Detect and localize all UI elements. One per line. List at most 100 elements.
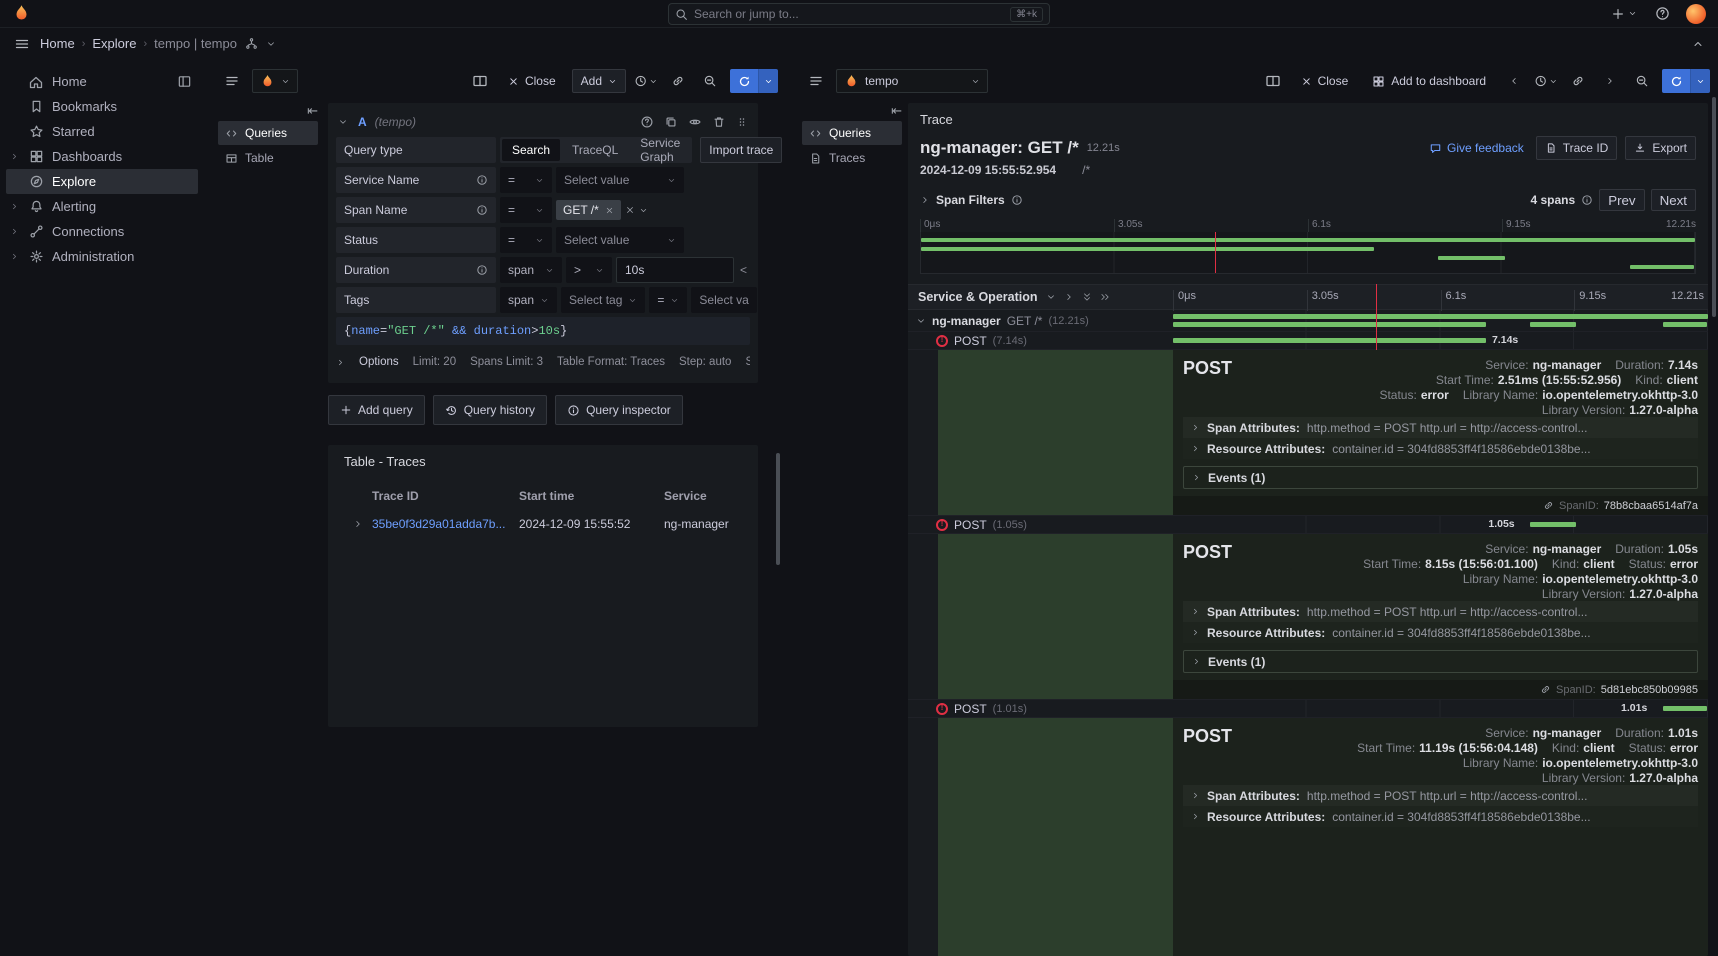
query-options-row[interactable]: Options Limit: 20 Spans Limit: 3 Table F…: [336, 349, 750, 375]
breadcrumb-explore[interactable]: Explore: [92, 36, 136, 51]
span-name-value-chip[interactable]: GET /*: [556, 200, 621, 220]
chevron-down-icon[interactable]: [1690, 69, 1710, 93]
expand-one-icon[interactable]: [1064, 292, 1074, 302]
duration-compare-label[interactable]: <: [740, 263, 747, 277]
add-button[interactable]: Add: [572, 69, 626, 93]
content-tab-queries[interactable]: Queries: [802, 121, 902, 145]
duration-scope-select[interactable]: span: [500, 257, 562, 283]
content-tab-queries[interactable]: Queries: [218, 121, 318, 145]
expand-chevron-icon[interactable]: [8, 152, 20, 161]
span-name-operator-select[interactable]: =: [500, 197, 552, 223]
give-feedback-link[interactable]: Give feedback: [1429, 141, 1524, 155]
chevron-down-icon[interactable]: [338, 117, 348, 127]
add-query-button[interactable]: Add query: [328, 395, 425, 425]
span-row[interactable]: ! POST (1.01s) 1.01s: [908, 700, 1708, 718]
span-row-root[interactable]: ng-manager GET /* (12.21s): [908, 310, 1708, 332]
expand-row-chevron-icon[interactable]: [344, 519, 372, 529]
expand-chevron-icon[interactable]: [8, 252, 20, 261]
close-pane-button[interactable]: Close: [1293, 69, 1357, 93]
chevron-right-icon[interactable]: [920, 195, 930, 205]
scrollbar[interactable]: [776, 453, 780, 565]
copy-query-icon[interactable]: [664, 115, 678, 129]
delete-query-trash-icon[interactable]: [712, 115, 726, 129]
datasource-picker-right[interactable]: tempo: [836, 69, 988, 93]
help-circle-icon[interactable]: [640, 115, 654, 129]
sidebar-item-bookmarks[interactable]: Bookmarks: [6, 94, 198, 119]
sidebar-item-dashboards[interactable]: Dashboards: [6, 144, 198, 169]
zoom-out-icon[interactable]: [698, 69, 722, 93]
time-shift-forward-icon[interactable]: [1598, 69, 1622, 93]
time-shift-back-icon[interactable]: [1502, 69, 1526, 93]
link-icon[interactable]: [1543, 500, 1554, 511]
content-tab-table[interactable]: Table: [218, 146, 318, 170]
span-row[interactable]: ! POST (7.14s) 7.14s: [908, 332, 1708, 350]
tags-operator-select[interactable]: =: [649, 287, 687, 313]
clear-value-icon[interactable]: [625, 205, 635, 215]
datasource-picker-left[interactable]: [252, 69, 298, 93]
trace-minimap[interactable]: 0μs 3.05s 6.1s 9.15s 12.21s: [920, 219, 1696, 274]
chevron-down-icon[interactable]: [639, 206, 648, 215]
collapse-one-icon[interactable]: [1046, 292, 1056, 302]
export-button[interactable]: Export: [1625, 136, 1696, 160]
tab-traceql[interactable]: TraceQL: [562, 139, 628, 161]
scrollbar[interactable]: [1712, 97, 1716, 317]
tags-scope-select[interactable]: span: [500, 287, 557, 313]
add-to-dashboard-button[interactable]: Add to dashboard: [1364, 69, 1494, 93]
span-row[interactable]: ! POST (1.05s) 1.05s: [908, 516, 1708, 534]
zoom-out-icon[interactable]: [1630, 69, 1654, 93]
sidebar-item-alerting[interactable]: Alerting: [6, 194, 198, 219]
sidebar-item-explore[interactable]: Explore: [6, 169, 198, 194]
collapse-all-icon[interactable]: [1082, 292, 1092, 302]
service-name-operator-select[interactable]: =: [500, 167, 552, 193]
span-attributes-row[interactable]: Span Attributes: http.method = POST http…: [1183, 601, 1698, 622]
tags-tag-select[interactable]: Select tag: [561, 287, 645, 313]
split-pane-icon[interactable]: [1261, 69, 1285, 93]
query-inspector-button[interactable]: Query inspector: [555, 395, 683, 425]
chevron-down-icon[interactable]: [758, 69, 778, 93]
events-row[interactable]: Events (1): [1183, 466, 1698, 489]
status-value-select[interactable]: Select value: [556, 227, 684, 253]
resource-attributes-row[interactable]: Resource Attributes: container.id = 304f…: [1183, 438, 1698, 459]
span-color-strip[interactable]: [938, 718, 1173, 956]
sidebar-item-starred[interactable]: Starred: [6, 119, 198, 144]
collapse-sidebar-icon[interactable]: ⇤: [802, 101, 902, 121]
grafana-logo-icon[interactable]: [12, 4, 31, 23]
trace-id-button[interactable]: Trace ID: [1536, 136, 1618, 160]
events-row[interactable]: Events (1): [1183, 650, 1698, 673]
dock-sidebar-icon[interactable]: [176, 74, 192, 89]
span-attributes-row[interactable]: Span Attributes: http.method = POST http…: [1183, 417, 1698, 438]
collapse-sidebar-icon[interactable]: ⇤: [218, 101, 318, 121]
help-button[interactable]: [1653, 4, 1672, 23]
share-fork-icon[interactable]: [245, 37, 258, 50]
close-pane-button[interactable]: Close: [500, 69, 564, 93]
status-operator-select[interactable]: =: [500, 227, 552, 253]
tags-value-select[interactable]: Select va: [691, 287, 756, 313]
chevron-down-icon[interactable]: [266, 39, 276, 49]
next-span-button[interactable]: Next: [1651, 189, 1696, 211]
table-row[interactable]: 35be0f3d29a01adda7b... 2024-12-09 15:55:…: [328, 509, 758, 539]
service-name-value-select[interactable]: Select value: [556, 167, 684, 193]
pane-outline-icon[interactable]: [804, 69, 828, 93]
run-query-button[interactable]: [1662, 69, 1710, 93]
time-picker-icon[interactable]: [1534, 69, 1558, 93]
span-color-strip[interactable]: [938, 350, 1173, 515]
search-input[interactable]: [694, 7, 1004, 21]
span-attributes-row[interactable]: Span Attributes: http.method = POST http…: [1183, 785, 1698, 806]
breadcrumb-home[interactable]: Home: [40, 36, 75, 51]
share-link-icon[interactable]: [666, 69, 690, 93]
tab-search[interactable]: Search: [502, 139, 560, 161]
remove-chip-icon[interactable]: [605, 206, 614, 215]
new-button[interactable]: [1609, 5, 1639, 23]
expand-chevron-icon[interactable]: [8, 202, 20, 211]
chevron-down-icon[interactable]: [916, 316, 926, 326]
content-tab-traces[interactable]: Traces: [802, 146, 902, 170]
tab-service-graph[interactable]: Service Graph: [630, 139, 690, 161]
share-link-icon[interactable]: [1566, 69, 1590, 93]
collapse-up-icon[interactable]: [1690, 36, 1706, 52]
drag-handle-icon[interactable]: [736, 115, 748, 129]
span-filters-label[interactable]: Span Filters: [936, 193, 1005, 207]
pane-outline-icon[interactable]: [220, 69, 244, 93]
sidebar-item-home[interactable]: Home: [6, 69, 198, 94]
resource-attributes-row[interactable]: Resource Attributes: container.id = 304f…: [1183, 806, 1698, 827]
hide-query-eye-icon[interactable]: [688, 115, 702, 129]
